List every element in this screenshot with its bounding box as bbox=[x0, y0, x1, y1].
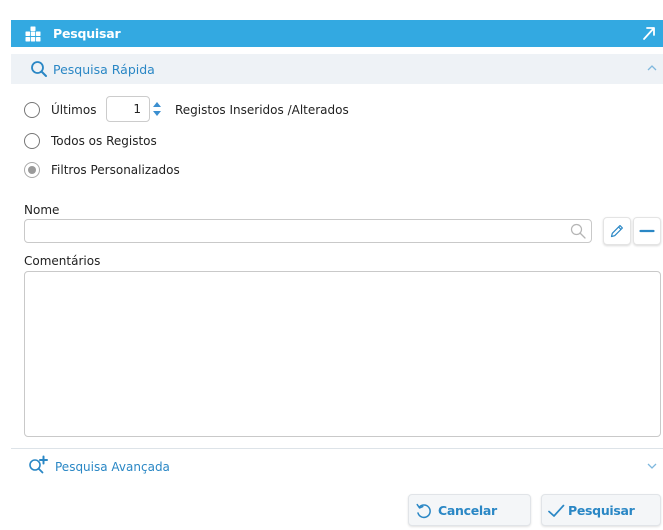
name-search-icon[interactable] bbox=[570, 223, 586, 239]
radio-custom[interactable] bbox=[24, 162, 40, 178]
search-plus-icon bbox=[29, 455, 48, 474]
undo-icon bbox=[416, 503, 431, 519]
comments-label: Comentários bbox=[24, 254, 101, 268]
dialog-header: Pesquisar bbox=[11, 20, 663, 47]
dialog-title: Pesquisar bbox=[53, 26, 121, 41]
advanced-search-label: Pesquisa Avançada bbox=[55, 460, 170, 474]
radio-row-custom[interactable]: Filtros Personalizados bbox=[24, 160, 180, 180]
section-divider bbox=[11, 448, 663, 449]
radio-row-all[interactable]: Todos os Registos bbox=[24, 131, 157, 151]
last-count-stepper[interactable]: 1 bbox=[106, 96, 150, 122]
radio-last-label: Últimos bbox=[51, 103, 97, 117]
radio-all-label: Todos os Registos bbox=[51, 134, 157, 148]
cancel-button[interactable]: Cancelar bbox=[408, 494, 531, 526]
quick-search-header[interactable]: Pesquisa Rápida bbox=[11, 54, 663, 84]
quick-search-label: Pesquisa Rápida bbox=[53, 62, 155, 77]
last-count-value: 1 bbox=[133, 102, 141, 116]
chevron-down-icon[interactable] bbox=[646, 462, 658, 470]
pencil-icon bbox=[610, 225, 623, 238]
name-input[interactable] bbox=[24, 219, 592, 243]
advanced-search-header[interactable]: Pesquisa Avançada bbox=[11, 452, 663, 480]
cancel-button-label: Cancelar bbox=[438, 503, 497, 518]
radio-all[interactable] bbox=[24, 133, 40, 149]
comments-textarea[interactable] bbox=[24, 271, 661, 437]
cube-icon bbox=[25, 26, 41, 42]
search-button-label: Pesquisar bbox=[568, 503, 635, 518]
minus-icon bbox=[639, 229, 655, 233]
expand-arrow-icon[interactable] bbox=[641, 25, 657, 41]
edit-button[interactable] bbox=[603, 217, 631, 245]
chevron-up-icon[interactable] bbox=[646, 63, 658, 73]
radio-last[interactable] bbox=[24, 102, 40, 118]
last-suffix-label: Registos Inseridos /Alterados bbox=[175, 103, 349, 117]
search-icon bbox=[31, 61, 47, 77]
stepper-arrows-icon[interactable] bbox=[152, 99, 162, 119]
search-button[interactable]: Pesquisar bbox=[541, 494, 661, 526]
name-label: Nome bbox=[24, 203, 60, 217]
check-icon bbox=[548, 504, 565, 517]
radio-row-last[interactable]: Últimos bbox=[24, 100, 96, 120]
radio-custom-label: Filtros Personalizados bbox=[51, 163, 180, 177]
remove-button[interactable] bbox=[633, 217, 661, 245]
